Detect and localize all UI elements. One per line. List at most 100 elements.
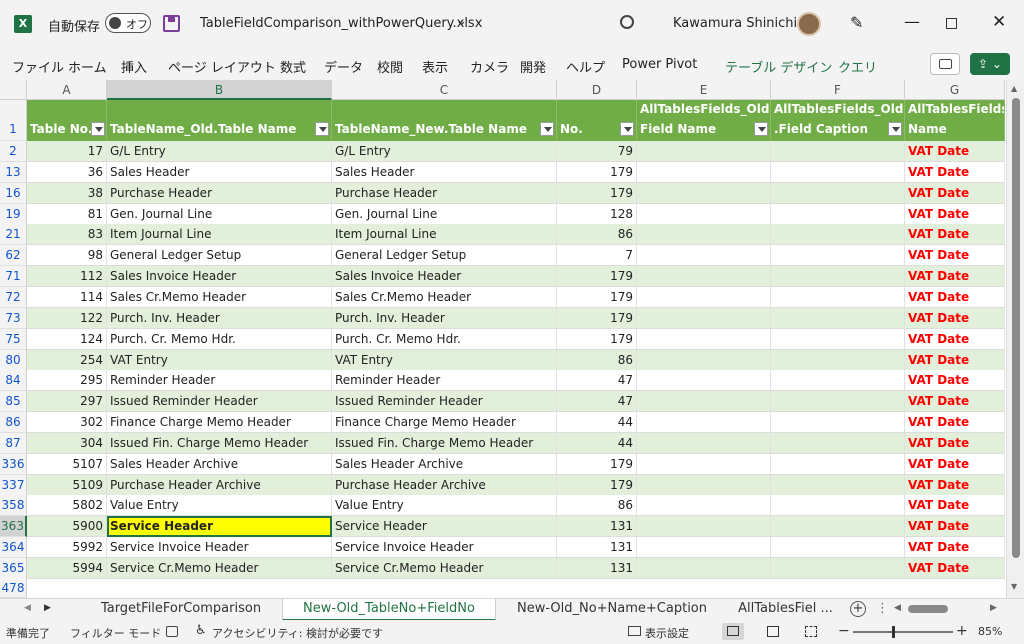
save-icon[interactable] xyxy=(163,15,180,32)
cell-no[interactable]: 86 xyxy=(557,495,637,517)
menu-camera[interactable]: カメラ xyxy=(470,57,509,76)
cell-field-name[interactable] xyxy=(637,286,771,308)
cell-no[interactable]: 44 xyxy=(557,432,637,454)
filter-dropdown-icon[interactable] xyxy=(91,122,105,136)
cell-new-table-name[interactable]: Purch. Cr. Memo Hdr. xyxy=(332,328,557,350)
cell-field-name[interactable] xyxy=(637,224,771,246)
cell-old-table-name[interactable]: Sales Header xyxy=(107,161,332,183)
cell-name[interactable]: VAT Date xyxy=(905,245,1005,267)
cell-old-table-name[interactable]: Purchase Header Archive xyxy=(107,474,332,496)
minimize-icon[interactable]: — xyxy=(904,12,920,31)
cell-table-no[interactable]: 304 xyxy=(27,432,107,454)
cell-old-table-name[interactable]: Issued Fin. Charge Memo Header xyxy=(107,432,332,454)
zoom-level[interactable]: 85% xyxy=(978,625,1002,638)
cell-table-no[interactable]: 112 xyxy=(27,266,107,288)
row-number-header[interactable]: 1 xyxy=(0,100,27,141)
zoom-slider[interactable] xyxy=(853,626,953,638)
cell-field-name[interactable] xyxy=(637,328,771,350)
cell-no[interactable]: 179 xyxy=(557,161,637,183)
row-number[interactable]: 75 xyxy=(0,328,27,350)
cell-table-no[interactable]: 295 xyxy=(27,370,107,392)
cell-no[interactable]: 179 xyxy=(557,266,637,288)
cell-field-caption[interactable] xyxy=(771,349,905,371)
file-name[interactable]: TableFieldComparison_withPowerQuery.xlsx xyxy=(200,16,482,31)
filter-dropdown-icon[interactable] xyxy=(315,122,329,136)
cell-old-table-name[interactable]: Sales Invoice Header xyxy=(107,266,332,288)
cell-name[interactable]: VAT Date xyxy=(905,349,1005,371)
cell-field-name[interactable] xyxy=(637,266,771,288)
cell-field-name[interactable] xyxy=(637,245,771,267)
cell-field-name[interactable] xyxy=(637,412,771,434)
cell-field-name[interactable] xyxy=(637,203,771,225)
cell-field-caption[interactable] xyxy=(771,203,905,225)
cell-table-no[interactable]: 254 xyxy=(27,349,107,371)
cell-name[interactable]: VAT Date xyxy=(905,453,1005,475)
cell-field-name[interactable] xyxy=(637,474,771,496)
cell-field-caption[interactable] xyxy=(771,412,905,434)
row-number[interactable]: 336 xyxy=(0,453,27,475)
prev-sheet-icon[interactable]: ◀ xyxy=(24,603,31,613)
cell-old-table-name[interactable]: Service Header xyxy=(107,516,332,538)
row-number[interactable]: 87 xyxy=(0,432,27,454)
row-number[interactable]: 72 xyxy=(0,286,27,308)
row-number[interactable]: 73 xyxy=(0,307,27,329)
zoom-out-icon[interactable]: − xyxy=(838,623,850,639)
column-header-b[interactable]: B xyxy=(107,80,332,100)
cell-field-name[interactable] xyxy=(637,391,771,413)
cell-field-caption[interactable] xyxy=(771,370,905,392)
cell-field-caption[interactable] xyxy=(771,307,905,329)
sheet-tab-tableno-fieldno[interactable]: New-Old_TableNo+FieldNo xyxy=(282,599,496,621)
cell-new-table-name[interactable]: Sales Invoice Header xyxy=(332,266,557,288)
cell-table-no[interactable]: 83 xyxy=(27,224,107,246)
menu-formulas[interactable]: 数式 xyxy=(280,57,306,76)
cell-field-caption[interactable] xyxy=(771,537,905,559)
cell-new-table-name[interactable]: Value Entry xyxy=(332,495,557,517)
cell-table-no[interactable]: 122 xyxy=(27,307,107,329)
cell-name[interactable]: VAT Date xyxy=(905,307,1005,329)
cell-field-name[interactable] xyxy=(637,558,771,579)
cell-old-table-name[interactable]: Sales Header Archive xyxy=(107,453,332,475)
cell-new-table-name[interactable]: Sales Header xyxy=(332,161,557,183)
cell-name[interactable]: VAT Date xyxy=(905,328,1005,350)
cell-field-caption[interactable] xyxy=(771,161,905,183)
menu-table-design[interactable]: テーブル デザイン xyxy=(725,57,832,76)
cell-new-table-name[interactable]: Finance Charge Memo Header xyxy=(332,412,557,434)
cell-no[interactable]: 179 xyxy=(557,453,637,475)
cell-field-caption[interactable] xyxy=(771,182,905,204)
cell-table-no[interactable]: 124 xyxy=(27,328,107,350)
cell-field-caption[interactable] xyxy=(771,453,905,475)
cell-field-name[interactable] xyxy=(637,349,771,371)
cell-new-table-name[interactable]: Issued Fin. Charge Memo Header xyxy=(332,432,557,454)
cell-field-caption[interactable] xyxy=(771,432,905,454)
spreadsheet-grid[interactable]: A B C D E F G 1 Table No. TableName_Old.… xyxy=(0,80,1024,598)
macro-record-icon[interactable] xyxy=(166,626,178,637)
row-number[interactable]: 21 xyxy=(0,224,27,246)
sheet-tab-target[interactable]: TargetFileForComparison xyxy=(80,599,282,621)
cell-table-no[interactable]: 5802 xyxy=(27,495,107,517)
cell-no[interactable]: 131 xyxy=(557,537,637,559)
autosave-toggle[interactable]: オフ xyxy=(105,13,151,33)
horizontal-scroll-thumb[interactable] xyxy=(908,605,948,613)
filter-dropdown-icon[interactable] xyxy=(888,122,902,136)
row-number[interactable]: 80 xyxy=(0,349,27,371)
cell-table-no[interactable]: 297 xyxy=(27,391,107,413)
menu-view[interactable]: 表示 xyxy=(422,57,448,76)
cell-field-caption[interactable] xyxy=(771,391,905,413)
close-icon[interactable]: ✕ xyxy=(992,12,1006,32)
column-header-c[interactable]: C xyxy=(332,80,557,100)
cell-new-table-name[interactable]: General Ledger Setup xyxy=(332,245,557,267)
cell-old-table-name[interactable]: VAT Entry xyxy=(107,349,332,371)
cell-field-name[interactable] xyxy=(637,161,771,183)
vertical-scroll-thumb[interactable] xyxy=(1012,98,1020,558)
cell-field-caption[interactable] xyxy=(771,516,905,538)
cell-new-table-name[interactable]: Issued Reminder Header xyxy=(332,391,557,413)
row-number[interactable]: 13 xyxy=(0,161,27,183)
zoom-slider-thumb[interactable] xyxy=(892,626,895,638)
cell-no[interactable]: 86 xyxy=(557,224,637,246)
cell-name[interactable]: VAT Date xyxy=(905,537,1005,559)
cell-old-table-name[interactable]: Finance Charge Memo Header xyxy=(107,412,332,434)
filter-dropdown-icon[interactable] xyxy=(540,122,554,136)
cell-old-table-name[interactable]: Reminder Header xyxy=(107,370,332,392)
sheet-tab-alltablesfields[interactable]: AllTablesFiel ... xyxy=(728,599,843,621)
cell-field-caption[interactable] xyxy=(771,266,905,288)
